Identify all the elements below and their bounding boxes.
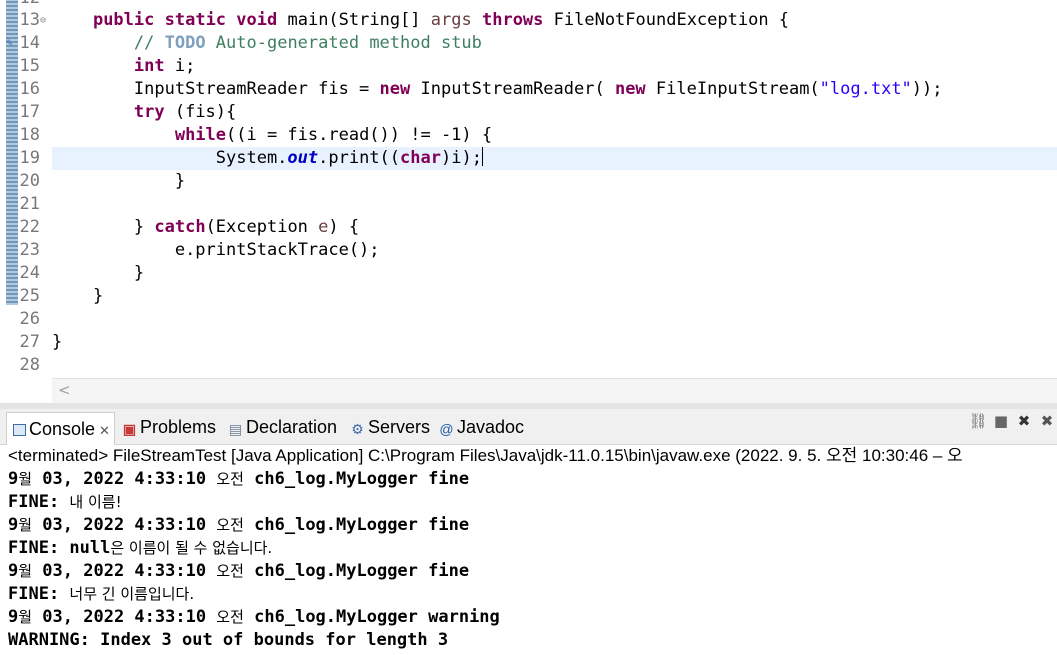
line-number: 18 bbox=[19, 125, 40, 145]
console-output-line: FINE: 내 이름! bbox=[8, 492, 122, 512]
view-tab-bar: Console ✕ ▣ Problems ▤ Declaration ⚙ Servers… bbox=[0, 409, 1057, 445]
line-number: 23 bbox=[19, 240, 40, 260]
console-output-line: FINE: 너무 긴 이름입니다. bbox=[8, 584, 195, 604]
problems-icon: ▣ bbox=[122, 421, 137, 437]
link-icon[interactable]: ⛓ bbox=[968, 411, 988, 431]
console-output[interactable]: 9월 03, 2022 4:33:10 오전 ch6_log.MyLogger … bbox=[8, 468, 1057, 652]
code-line-19[interactable]: System.out.print((char)i); bbox=[52, 147, 1057, 170]
code-line-16[interactable]: InputStreamReader fis = new InputStreamR… bbox=[52, 78, 1057, 101]
tab-label: Javadoc bbox=[457, 417, 525, 437]
scroll-left-icon[interactable]: < bbox=[58, 381, 71, 399]
tab-label: Servers bbox=[368, 417, 431, 437]
code-line-17[interactable]: try (fis){ bbox=[52, 101, 1057, 124]
remove-all-icon[interactable]: ✖ bbox=[1037, 411, 1057, 431]
servers-icon: ⚙ bbox=[351, 421, 364, 437]
code-line-25[interactable]: } bbox=[52, 285, 1057, 308]
line-number: 19 bbox=[19, 148, 40, 168]
tab-label: Declaration bbox=[246, 417, 338, 437]
stop-icon[interactable]: ■ bbox=[991, 411, 1011, 431]
console-toolbar: ⛓ ■ ✖ ✖ bbox=[965, 411, 1057, 433]
line-number: 24 bbox=[19, 263, 40, 283]
code-line-14[interactable]: // TODO Auto-generated method stub bbox=[52, 32, 1057, 55]
code-line-27[interactable]: } bbox=[52, 331, 1057, 354]
line-number: 27 bbox=[19, 332, 40, 352]
tab-label: Console bbox=[29, 419, 96, 439]
line-number: 22 bbox=[19, 217, 40, 237]
code-line-15[interactable]: int i; bbox=[52, 55, 1057, 78]
line-number: 28 bbox=[19, 355, 40, 375]
tab-declaration[interactable]: ▤ Declaration bbox=[228, 415, 337, 439]
close-icon[interactable]: ✕ bbox=[99, 423, 110, 438]
task-marker-icon[interactable]: ✎ bbox=[6, 37, 18, 49]
code-line-18[interactable]: while((i = fis.read()) != -1) { bbox=[52, 124, 1057, 147]
tab-label: Problems bbox=[140, 417, 217, 437]
tab-servers[interactable]: ⚙ Servers bbox=[350, 415, 430, 439]
code-line-24[interactable]: } bbox=[52, 262, 1057, 285]
console-icon bbox=[13, 424, 26, 436]
text-caret bbox=[481, 147, 483, 166]
line-number: 15 bbox=[19, 56, 40, 76]
line-number: 17 bbox=[19, 102, 40, 122]
console-output-line: 9월 03, 2022 4:33:10 오전 ch6_log.MyLogger … bbox=[8, 607, 500, 627]
console-output-line: 9월 03, 2022 4:33:10 오전 ch6_log.MyLogger … bbox=[8, 515, 470, 535]
tab-javadoc[interactable]: @ Javadoc bbox=[439, 415, 524, 439]
editor-gutter-bottom bbox=[0, 378, 52, 403]
line-number: 20 bbox=[19, 171, 40, 191]
horizontal-scrollbar[interactable]: < bbox=[52, 378, 1057, 404]
line-number: 14 bbox=[19, 33, 40, 53]
line-number-gutter: 12 13 ⊖ 14 15 16 17 18 19 20 21 22 23 24… bbox=[18, 0, 52, 378]
console-output-line: WARNING: Index 3 out of bounds for lengt… bbox=[8, 630, 449, 650]
line-number: 16 bbox=[19, 79, 40, 99]
process-status-line: <terminated> FileStreamTest [Java Applic… bbox=[8, 446, 963, 465]
javadoc-icon: @ bbox=[439, 421, 454, 437]
code-line-13[interactable]: public static void main(String[] args th… bbox=[52, 9, 1057, 32]
console-output-line: 9월 03, 2022 4:33:10 오전 ch6_log.MyLogger … bbox=[8, 469, 470, 489]
code-line-22[interactable]: } catch(Exception e) { bbox=[52, 216, 1057, 239]
tab-console[interactable]: Console ✕ bbox=[6, 412, 115, 445]
line-number: 25 bbox=[19, 286, 40, 306]
console-output-line: FINE: null은 이름이 될 수 없습니다. bbox=[8, 538, 273, 558]
line-number: 21 bbox=[19, 194, 40, 214]
code-editor[interactable]: 12 13 ⊖ 14 15 16 17 18 19 20 21 22 23 24… bbox=[0, 0, 1057, 378]
declaration-icon: ▤ bbox=[228, 421, 243, 437]
tab-problems[interactable]: ▣ Problems bbox=[122, 415, 216, 439]
fold-collapse-icon[interactable]: ⊖ bbox=[40, 9, 46, 32]
line-number: 13 bbox=[19, 10, 40, 30]
code-line-20[interactable]: } bbox=[52, 170, 1057, 193]
console-view: Console ✕ ▣ Problems ▤ Declaration ⚙ Servers… bbox=[0, 409, 1057, 655]
remove-icon[interactable]: ✖ bbox=[1014, 411, 1034, 431]
console-output-line: 9월 03, 2022 4:33:10 오전 ch6_log.MyLogger … bbox=[8, 561, 470, 581]
code-line-23[interactable]: e.printStackTrace(); bbox=[52, 239, 1057, 262]
line-number: 26 bbox=[19, 309, 40, 329]
